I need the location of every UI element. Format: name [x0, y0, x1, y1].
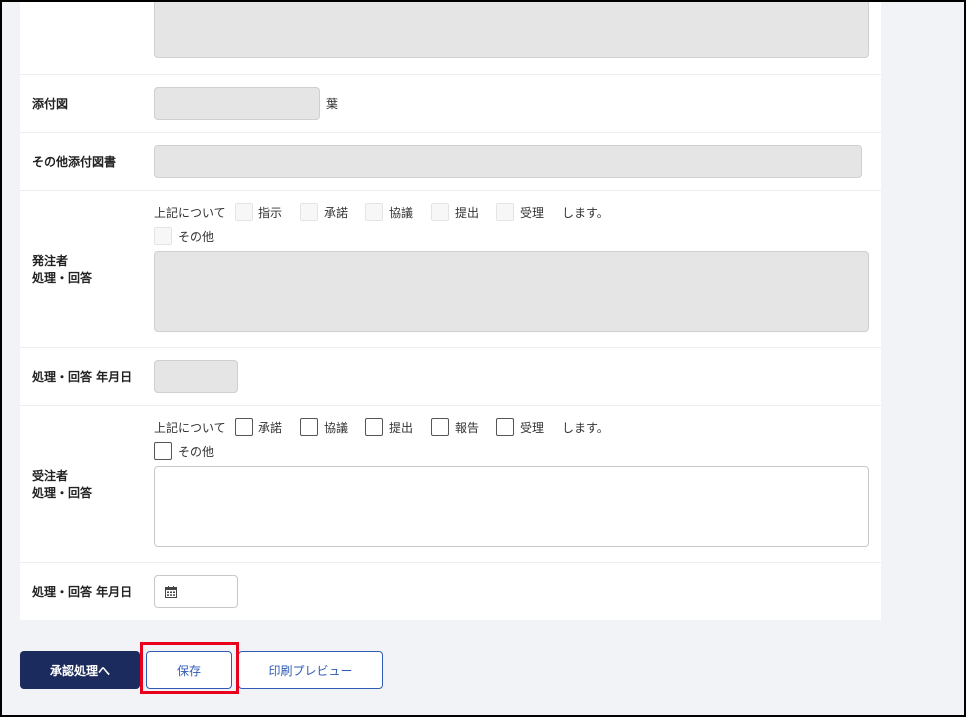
contractor-checkbox-approve[interactable] — [235, 418, 253, 436]
top-row — [20, 0, 881, 75]
orderer-checkbox-receive — [496, 203, 514, 221]
contractor-label-line2: 処理・回答 — [32, 486, 93, 500]
top-textarea — [154, 0, 869, 58]
orderer-date-label: 処理・回答 年月日 — [32, 370, 133, 384]
orderer-checkbox-other — [154, 227, 172, 245]
orderer-response-textarea — [154, 251, 869, 332]
contractor-prefix: 上記について — [154, 421, 226, 435]
contractor-label: 受注者 処理・回答 — [32, 468, 92, 502]
contractor-other-label: その他 — [178, 445, 215, 459]
orderer-checkbox-instruct — [235, 203, 253, 221]
other-docs-row: その他添付図書 — [20, 133, 881, 191]
form-panel: 添付図 葉 その他添付図書 発注者 処理・回答 上記について 指示 承諾 協議 … — [20, 0, 881, 620]
contractor-date-row: 処理・回答 年月日 — [20, 563, 881, 620]
contractor-option-label: 承諾 — [258, 421, 283, 435]
orderer-option-label: 承諾 — [324, 206, 349, 220]
orderer-option-label: 受理 — [520, 206, 545, 220]
orderer-option-label: 協議 — [389, 206, 414, 220]
calendar-icon — [165, 586, 177, 598]
orderer-suffix: します。 — [562, 206, 609, 220]
contractor-checkbox-consult[interactable] — [300, 418, 318, 436]
other-docs-label: その他添付図書 — [32, 155, 117, 169]
orderer-option-label: 指示 — [258, 206, 283, 220]
contractor-suffix: します。 — [562, 421, 609, 435]
contractor-checkbox-report[interactable] — [431, 418, 449, 436]
contractor-checkbox-submit[interactable] — [365, 418, 383, 436]
print-preview-button[interactable]: 印刷プレビュー — [238, 651, 383, 689]
orderer-option-label: 提出 — [455, 206, 480, 220]
contractor-checkbox-other[interactable] — [154, 442, 172, 460]
contractor-option-label: 協議 — [324, 421, 349, 435]
contractor-label-line1: 受注者 — [32, 469, 69, 483]
approve-process-button[interactable]: 承認処理へ — [20, 651, 140, 689]
contractor-option-label: 受理 — [520, 421, 545, 435]
orderer-checkbox-consult — [365, 203, 383, 221]
attachment-unit: 葉 — [326, 97, 339, 111]
contractor-date-field[interactable] — [154, 575, 238, 608]
contractor-response-textarea[interactable] — [154, 466, 869, 547]
orderer-checkbox-approve — [300, 203, 318, 221]
attachment-label: 添付図 — [32, 97, 69, 111]
orderer-date-row: 処理・回答 年月日 — [20, 348, 881, 406]
other-docs-field — [154, 145, 862, 178]
contractor-option-label: 提出 — [389, 421, 414, 435]
orderer-date-field — [154, 360, 238, 393]
orderer-label-line2: 処理・回答 — [32, 271, 93, 285]
save-button[interactable]: 保存 — [146, 651, 232, 689]
orderer-response-row: 発注者 処理・回答 上記について 指示 承諾 協議 提出 受理 します。 その他 — [20, 191, 881, 348]
attachment-count-field — [154, 87, 320, 120]
orderer-checkbox-submit — [431, 203, 449, 221]
contractor-response-row: 受注者 処理・回答 上記について 承諾 協議 提出 報告 受理 します。 その他 — [20, 406, 881, 563]
orderer-label: 発注者 処理・回答 — [32, 253, 92, 287]
contractor-date-label: 処理・回答 年月日 — [32, 585, 133, 599]
orderer-label-line1: 発注者 — [32, 254, 69, 268]
attachment-row: 添付図 葉 — [20, 75, 881, 133]
orderer-prefix: 上記について — [154, 206, 226, 220]
orderer-other-label: その他 — [178, 230, 215, 244]
contractor-option-label: 報告 — [455, 421, 480, 435]
contractor-checkbox-receive[interactable] — [496, 418, 514, 436]
